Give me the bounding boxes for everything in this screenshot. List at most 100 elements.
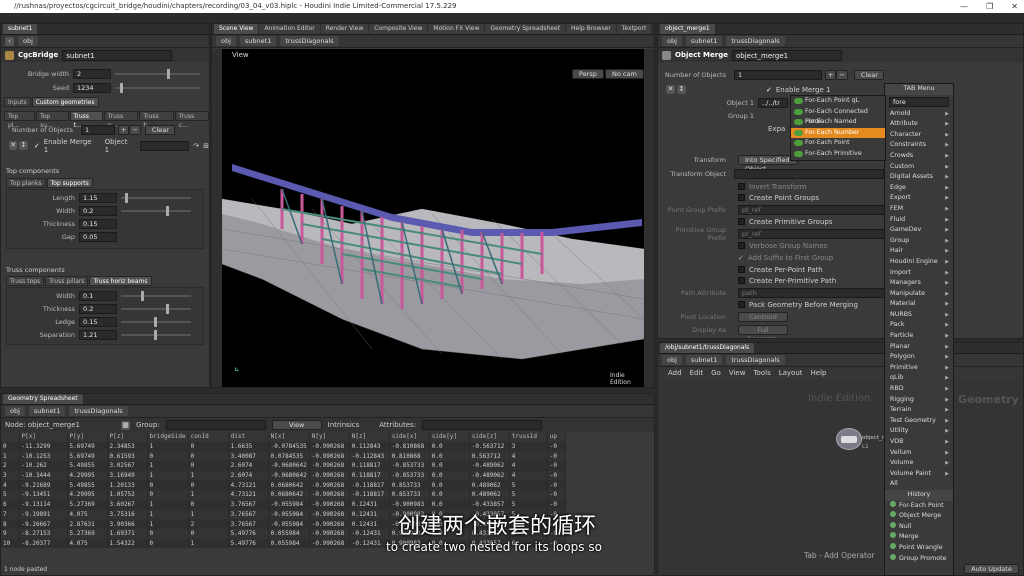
column-header[interactable]: side[z] xyxy=(469,432,510,442)
tab-animation-editor[interactable]: Animation Editor xyxy=(259,24,320,34)
tab-menu-search[interactable]: fore xyxy=(889,96,949,107)
remove-entry-icon[interactable]: ✕ xyxy=(666,85,675,94)
add-object-button[interactable]: + xyxy=(825,69,837,80)
column-header[interactable]: P[x] xyxy=(19,432,68,442)
group-field[interactable] xyxy=(165,420,266,430)
point-mode-icon[interactable]: ▦ xyxy=(121,420,130,430)
pack-checkbox[interactable] xyxy=(738,301,745,308)
reorder-icon[interactable]: ↕ xyxy=(19,141,28,150)
column-header[interactable] xyxy=(1,432,20,442)
tab-truss-tops[interactable]: Truss tops xyxy=(6,276,45,286)
breadcrumb-node[interactable]: trussDiagonals xyxy=(280,36,339,46)
object1-field[interactable]: ../../tr xyxy=(758,97,788,108)
breadcrumb-subnet[interactable]: subnet1 xyxy=(685,355,723,365)
tab-menu-item[interactable]: NURBS ▶ xyxy=(885,310,953,321)
tab-menu-item[interactable]: Volume Paint ▶ xyxy=(885,469,953,480)
pivot-location-menu[interactable]: Centroid xyxy=(738,311,788,322)
clear-button[interactable]: Clear xyxy=(144,124,175,135)
create-point-groups-checkbox[interactable] xyxy=(738,194,745,201)
viewport-right-toolbar[interactable] xyxy=(644,49,654,387)
tab-menu-item[interactable]: Pack ▶ xyxy=(885,320,953,331)
tab-menu-item[interactable]: Export ▶ xyxy=(885,193,953,204)
column-header[interactable]: N[z] xyxy=(349,432,390,442)
breadcrumb-subnet[interactable]: subnet1 xyxy=(685,36,723,46)
bridge-width-field[interactable]: 2 xyxy=(73,68,111,79)
search-result-item[interactable]: For-Each Connected Piece xyxy=(791,107,885,125)
jump-icon[interactable]: ↷ xyxy=(193,142,199,150)
top-width-slider[interactable] xyxy=(121,205,191,216)
top-width-field[interactable]: 0.2 xyxy=(79,205,117,216)
breadcrumb-obj[interactable]: obj xyxy=(5,406,25,416)
display-as-menu[interactable]: Full Geometry xyxy=(738,324,788,338)
tab-menu-item[interactable]: Volume ▶ xyxy=(885,458,953,469)
transform-menu[interactable]: Into Specified Object xyxy=(738,154,798,173)
reorder-icon[interactable]: ↕ xyxy=(677,85,686,94)
column-header[interactable]: side[x] xyxy=(389,432,430,442)
tab-network-path[interactable]: /obj/subnet1/trussDiagonals xyxy=(660,343,755,353)
truss-thickness-slider[interactable] xyxy=(121,303,191,314)
bridge-width-slider[interactable] xyxy=(115,68,200,79)
intrinsics-label[interactable]: Intrinsics xyxy=(328,421,360,429)
view-menu[interactable]: View xyxy=(271,420,322,430)
tab-custom-geometries[interactable]: Custom geometries xyxy=(31,97,99,107)
tab-menu-item[interactable]: Import ▶ xyxy=(885,268,953,279)
top-length-slider[interactable] xyxy=(121,192,191,203)
history-item[interactable]: For-Each Point xyxy=(885,500,953,512)
top-thickness-field[interactable]: 0.15 xyxy=(79,218,117,229)
breadcrumb-node[interactable]: trussDiagonals xyxy=(69,406,128,416)
tab-inputs[interactable]: Inputs xyxy=(4,97,31,107)
truss-separation-field[interactable]: 1.21 xyxy=(79,329,117,340)
tab-scene-view[interactable]: Scene View xyxy=(214,24,259,34)
breadcrumb-subnet[interactable]: subnet1 xyxy=(28,406,66,416)
tab-menu-item[interactable]: Arnold ▶ xyxy=(885,109,953,120)
history-item[interactable]: Object Merge xyxy=(885,511,953,522)
subtab-top-planks[interactable]: Top pl... xyxy=(4,111,36,129)
tab-motion-fx-view[interactable]: Motion FX View xyxy=(428,24,485,34)
menu-tools[interactable]: Tools xyxy=(753,369,770,377)
truss-width-field[interactable]: 0.1 xyxy=(79,290,117,301)
create-prim-groups-checkbox[interactable] xyxy=(738,218,745,225)
node-name-field[interactable]: subnet1 xyxy=(62,49,173,61)
tab-textport[interactable]: Textport xyxy=(616,24,652,34)
auto-update-button[interactable]: Auto Update xyxy=(964,564,1019,574)
tab-menu-item[interactable]: Digital Assets ▶ xyxy=(885,172,953,183)
tab-menu-item[interactable]: Edge ▶ xyxy=(885,183,953,194)
add-suffix-checkbox[interactable]: ✓ xyxy=(738,254,744,262)
clear-button[interactable]: Clear xyxy=(853,69,884,80)
tab-menu-item[interactable]: FEM ▶ xyxy=(885,204,953,215)
point-group-prefix-field[interactable]: pt_ref xyxy=(738,204,888,215)
breadcrumb-node[interactable]: trussDiagonals xyxy=(726,355,785,365)
number-of-objects-field[interactable]: 1 xyxy=(734,69,822,80)
tab-menu-item[interactable]: Managers ▶ xyxy=(885,278,953,289)
menu-add[interactable]: Add xyxy=(668,369,682,377)
tab-menu-item[interactable]: Manipulate ▶ xyxy=(885,289,953,300)
menu-help[interactable]: Help xyxy=(811,369,827,377)
menu-layout[interactable]: Layout xyxy=(779,369,803,377)
tab-menu-item[interactable]: Hair ▶ xyxy=(885,246,953,257)
top-gap-field[interactable]: 0.05 xyxy=(79,231,117,242)
truss-separation-slider[interactable] xyxy=(121,329,191,340)
back-icon[interactable]: ‹ xyxy=(5,36,14,46)
subtab-truss-tops[interactable]: Truss t... xyxy=(69,111,103,129)
enable-merge-checkbox[interactable]: ✓ xyxy=(34,142,40,150)
table-row[interactable]: 2 -10.262 5.49855 3.02567 1 0 2.6074 -0.0680642… xyxy=(1,461,566,471)
tab-menu-item[interactable]: Primitive ▶ xyxy=(885,363,953,374)
history-item[interactable]: Point Wrangle xyxy=(885,542,953,554)
truss-ledge-slider[interactable] xyxy=(121,316,191,327)
table-row[interactable]: 3 -10.3444 4.29995 3.16949 1 1 2.6074 -0.068064… xyxy=(1,470,566,481)
tab-geometry-spreadsheet[interactable]: Geometry Spreadsheet xyxy=(3,394,83,404)
tab-menu-item[interactable]: RBD ▶ xyxy=(885,384,953,395)
seed-slider[interactable] xyxy=(115,82,200,93)
breadcrumb-subnet[interactable]: subnet1 xyxy=(239,36,277,46)
subtab-truss-cross[interactable]: Truss c... xyxy=(174,111,209,129)
tab-menu-item[interactable]: Custom ▶ xyxy=(885,162,953,173)
subtab-truss-horiz[interactable]: Truss h... xyxy=(139,111,174,129)
column-header[interactable]: trussId xyxy=(509,432,548,442)
column-header[interactable]: conId xyxy=(188,432,229,442)
tab-menu-item[interactable]: Rigging ▶ xyxy=(885,395,953,406)
column-header[interactable]: P[z] xyxy=(107,432,148,442)
remove-object-button[interactable]: − xyxy=(129,124,141,135)
menu-edit[interactable]: Edit xyxy=(690,369,704,377)
tab-menu-item[interactable]: Houdini Engine ▶ xyxy=(885,257,953,268)
number-of-objects-field[interactable]: 1 xyxy=(81,124,115,135)
